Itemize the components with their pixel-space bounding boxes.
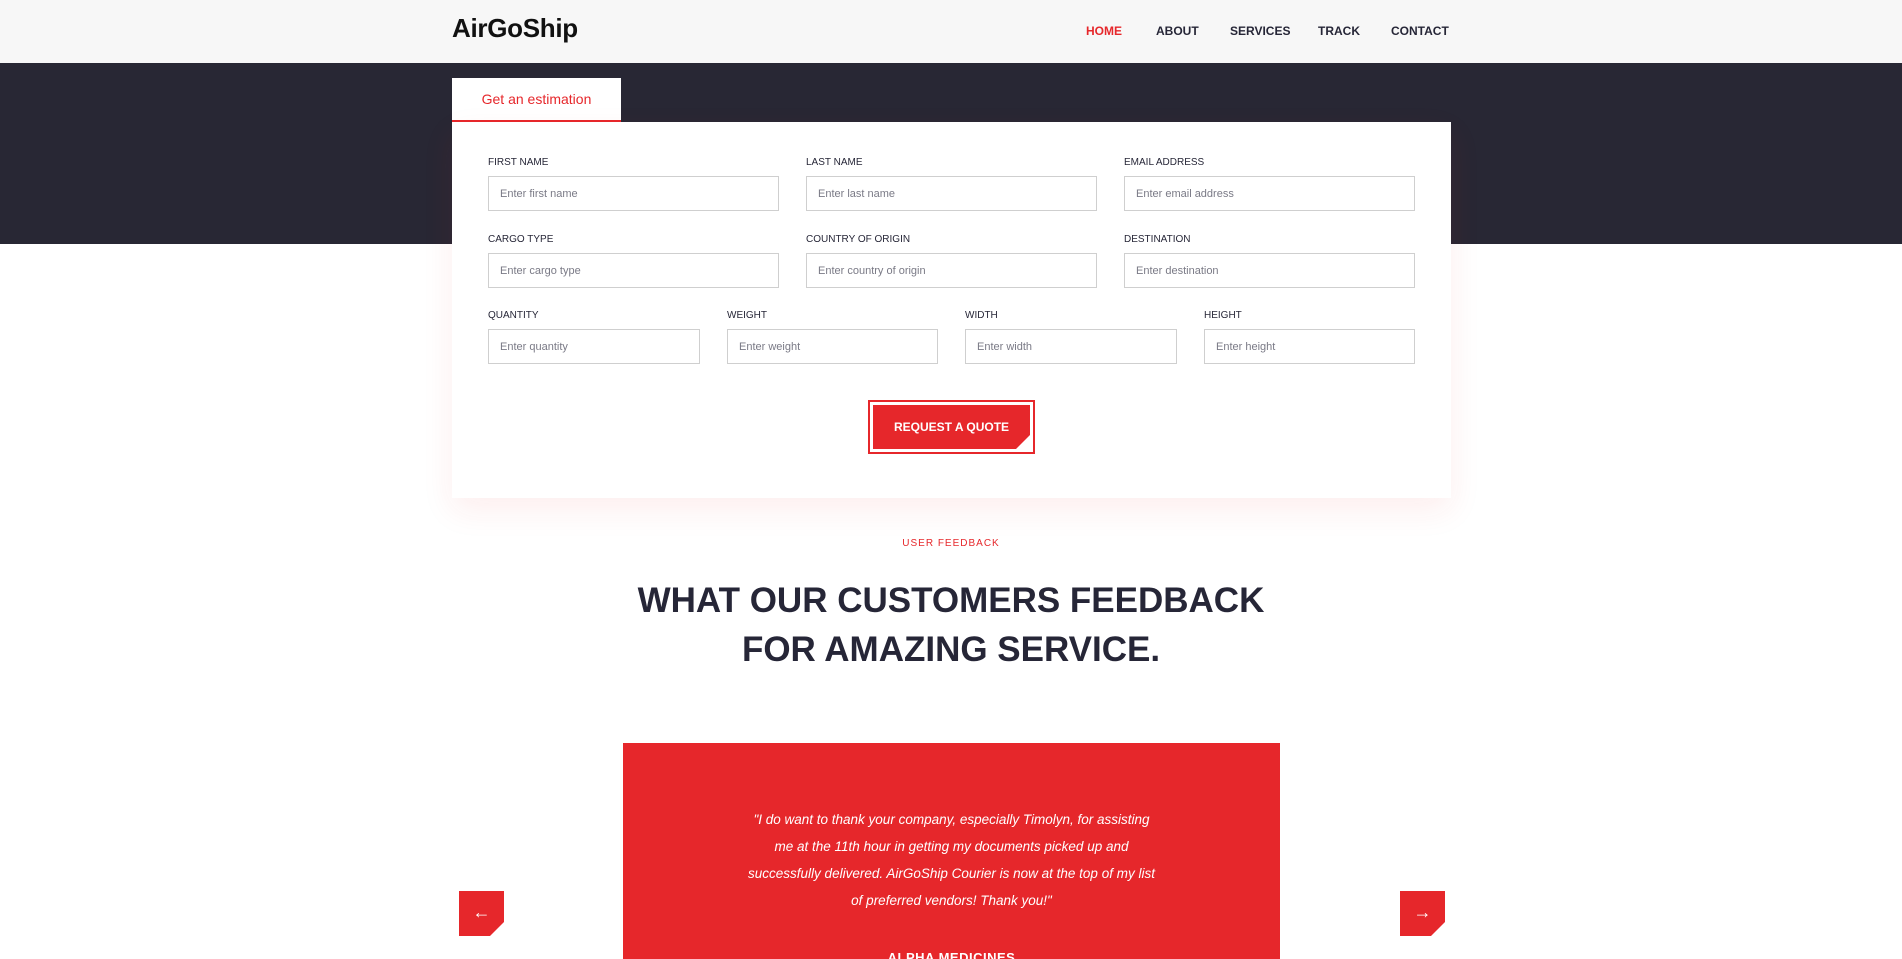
nav-track[interactable]: TRACK xyxy=(1318,24,1360,38)
testimonial-quote: "I do want to thank your company, especi… xyxy=(748,812,1155,908)
quantity-field[interactable] xyxy=(488,329,700,364)
request-quote-label: REQUEST A QUOTE xyxy=(893,420,1010,434)
arrow-left-icon: ← xyxy=(472,902,491,922)
last-name-field[interactable] xyxy=(806,176,1097,211)
prev-testimonial-button[interactable]: ← xyxy=(459,891,504,936)
next-testimonial-button[interactable]: → xyxy=(1400,891,1445,936)
quantity-label: QUANTITY xyxy=(488,310,539,321)
height-field[interactable] xyxy=(1204,329,1415,364)
width-label: WIDTH xyxy=(965,310,998,321)
request-quote-button-inner[interactable]: REQUEST A QUOTE xyxy=(872,404,1031,450)
height-label: HEIGHT xyxy=(1204,310,1242,321)
corner-fold-icon xyxy=(1431,922,1445,936)
section-heading: WHAT OUR CUSTOMERS FEEDBACK FOR AMAZING … xyxy=(0,576,1902,674)
weight-label: WEIGHT xyxy=(727,310,767,321)
tab-get-estimation[interactable]: Get an estimation xyxy=(452,78,621,122)
email-label: EMAIL ADDRESS xyxy=(1124,157,1205,168)
arrow-right-icon: → xyxy=(1413,902,1432,922)
corner-fold-icon xyxy=(1016,435,1030,449)
request-quote-button[interactable]: REQUEST A QUOTE xyxy=(868,400,1035,454)
first-name-field[interactable] xyxy=(488,176,779,211)
nav-home[interactable]: HOME xyxy=(1086,24,1122,38)
nav-services[interactable]: SERVICES xyxy=(1230,24,1290,38)
corner-fold-icon xyxy=(490,922,504,936)
testimonial-card: "I do want to thank your company, especi… xyxy=(623,743,1280,959)
nav-contact[interactable]: CONTACT xyxy=(1391,24,1449,38)
country-of-origin-field[interactable] xyxy=(806,253,1097,288)
site-header: AirGoShip HOME ABOUT SERVICES TRACK CONT… xyxy=(0,0,1902,63)
email-field[interactable] xyxy=(1124,176,1415,211)
heading-line-2: FOR AMAZING SERVICE. xyxy=(741,630,1161,669)
cargo-type-field[interactable] xyxy=(488,253,779,288)
destination-label: DESTINATION xyxy=(1124,234,1191,245)
first-name-label: FIRST NAME xyxy=(488,157,549,168)
nav-about[interactable]: ABOUT xyxy=(1156,24,1199,38)
country-of-origin-label: COUNTRY OF ORIGIN xyxy=(806,234,911,245)
heading-line-1: WHAT OUR CUSTOMERS FEEDBACK xyxy=(637,581,1265,620)
section-eyebrow: USER FEEDBACK xyxy=(902,538,1000,549)
width-field[interactable] xyxy=(965,329,1177,364)
testimonial-author: ALPHA MEDICINES xyxy=(887,950,1016,959)
weight-field[interactable] xyxy=(727,329,938,364)
destination-field[interactable] xyxy=(1124,253,1415,288)
cargo-type-label: CARGO TYPE xyxy=(488,234,554,245)
logo[interactable]: AirGoShip xyxy=(452,13,578,44)
last-name-label: LAST NAME xyxy=(806,157,863,168)
